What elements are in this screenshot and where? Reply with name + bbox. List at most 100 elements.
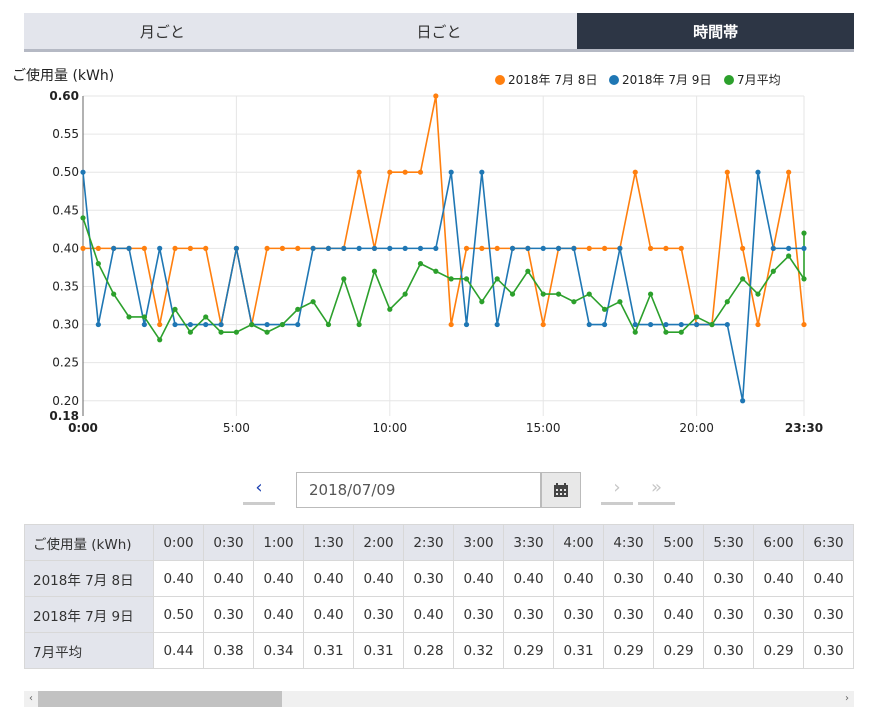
data-point — [157, 245, 163, 251]
table-column-header: 2:30 — [403, 524, 454, 561]
scroll-left-icon[interactable]: ‹ — [24, 691, 38, 707]
data-point — [157, 321, 163, 328]
table-cell: 0.40 — [353, 560, 404, 597]
table-cell: 0.40 — [303, 560, 354, 597]
legend-marker — [495, 75, 505, 85]
data-point — [494, 276, 500, 282]
data-point — [111, 291, 117, 297]
data-point — [295, 245, 301, 251]
data-point — [126, 314, 132, 320]
table-column-header: 5:30 — [703, 524, 754, 561]
data-point — [249, 321, 255, 328]
table-row: 2018年 7月 9日 0.50 0.30 0.40 0.40 0.30 0.40 0.30 0… — [24, 596, 854, 633]
data-point — [571, 299, 577, 305]
data-point — [356, 245, 362, 251]
next-day-button[interactable]: › — [601, 472, 633, 505]
data-point — [233, 245, 240, 251]
data-point — [724, 321, 730, 328]
tab-hourly[interactable]: 時間帯 — [577, 13, 855, 49]
data-point — [325, 245, 332, 251]
data-point — [586, 245, 592, 251]
data-point — [387, 306, 393, 312]
data-point — [678, 245, 684, 251]
data-point — [525, 268, 531, 274]
data-point — [724, 169, 730, 175]
table-cell: 0.28 — [403, 632, 454, 669]
table-cell: 0.29 — [753, 632, 804, 669]
data-point — [264, 329, 270, 335]
data-point — [402, 291, 408, 297]
table-cell: 0.40 — [253, 560, 304, 597]
data-point — [663, 329, 669, 335]
data-point — [95, 245, 101, 251]
table-column-header: 0:30 — [203, 524, 254, 561]
data-point — [801, 230, 807, 236]
data-point — [95, 321, 101, 328]
table-horizontal-scrollbar[interactable]: ‹ › — [24, 691, 854, 707]
data-point — [433, 268, 439, 274]
table-row: 2018年 7月 8日 0.40 0.40 0.40 0.40 0.40 0.30 0.40 0… — [24, 560, 854, 597]
data-point — [187, 329, 193, 335]
data-point — [555, 245, 562, 251]
data-point — [295, 321, 301, 328]
calendar-button[interactable] — [541, 472, 581, 508]
tab-daily[interactable]: 日ごと — [300, 13, 578, 49]
data-point — [694, 321, 700, 328]
data-point — [433, 93, 439, 99]
x-tick-label: 15:00 — [526, 421, 561, 435]
table-column-header: 2:00 — [353, 524, 404, 561]
legend-marker — [724, 75, 734, 85]
data-point — [755, 291, 761, 297]
legend-label: 2018年 7月 8日 — [508, 73, 597, 87]
scrollbar-thumb[interactable] — [38, 691, 282, 707]
table-cell: 0.30 — [703, 596, 754, 633]
data-point — [417, 169, 424, 175]
data-point — [341, 276, 347, 282]
legend-label: 2018年 7月 9日 — [622, 73, 711, 87]
data-point — [417, 245, 424, 251]
x-tick-label: 0:00 — [68, 421, 98, 435]
scroll-right-icon[interactable]: › — [840, 691, 854, 707]
table-cell: 0.31 — [303, 632, 354, 669]
legend-label: 7月平均 — [737, 73, 781, 87]
table-cell: 0.30 — [803, 632, 854, 669]
table-cell: 0.32 — [453, 632, 504, 669]
table-cell: 0.30 — [203, 596, 254, 633]
prev-day-button[interactable]: ‹ — [243, 472, 275, 505]
data-point — [111, 245, 117, 251]
data-point — [448, 321, 454, 328]
table-cell: 0.40 — [753, 560, 804, 597]
table-cell: 0.40 — [453, 560, 504, 597]
data-point — [402, 245, 408, 251]
table-column-header: 6:00 — [753, 524, 804, 561]
date-input[interactable] — [296, 472, 541, 508]
usage-table-container: ご使用量 (kWh) 0:00 0:30 1:00 1:30 2:00 2:30 3:00 3… — [24, 524, 854, 670]
data-point — [586, 321, 592, 328]
data-point — [264, 321, 270, 328]
data-point — [770, 268, 776, 274]
table-header-row: ご使用量 (kWh) 0:00 0:30 1:00 1:30 2:00 2:30 3:00 3… — [24, 524, 854, 561]
data-point — [95, 261, 101, 267]
table-cell: 0.30 — [503, 596, 554, 633]
data-point — [371, 268, 378, 274]
table-cell: 0.29 — [653, 632, 704, 669]
table-cell: 0.30 — [703, 560, 754, 597]
legend-marker — [609, 75, 619, 85]
data-point — [203, 314, 209, 320]
data-point — [279, 245, 286, 251]
table-cell: 0.29 — [603, 632, 654, 669]
data-point — [509, 245, 516, 251]
data-point — [172, 245, 178, 251]
data-point — [310, 299, 316, 305]
latest-day-button[interactable]: » — [638, 472, 675, 505]
y-tick-label: 0.45 — [52, 203, 79, 217]
table-row-label: 2018年 7月 8日 — [24, 560, 154, 597]
data-point — [540, 245, 546, 251]
tab-monthly[interactable]: 月ごと — [24, 13, 301, 49]
table-cell: 0.29 — [503, 632, 554, 669]
date-navigation: ‹ › » — [0, 470, 885, 510]
y-axis-label: ご使用量 (kWh) — [12, 67, 114, 84]
period-tabs: 月ごと 日ごと 時間帯 — [24, 13, 855, 52]
data-point — [295, 306, 301, 312]
data-point — [218, 321, 224, 328]
